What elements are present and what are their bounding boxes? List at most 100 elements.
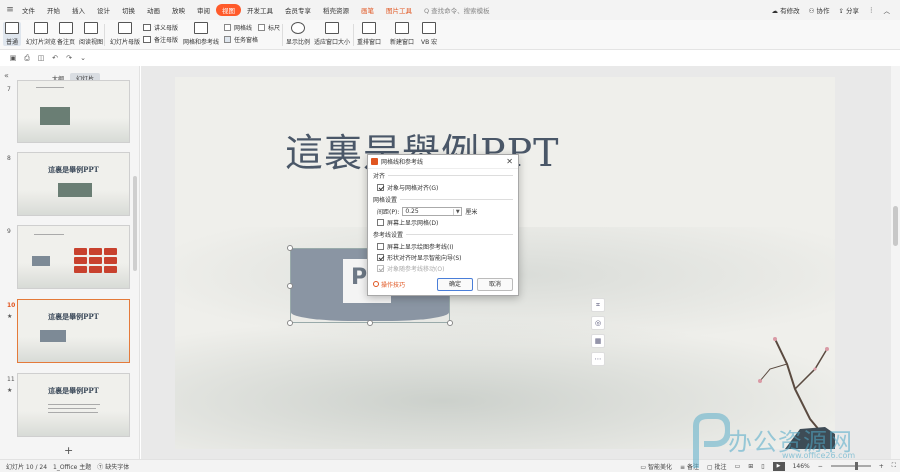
- normal-view-button[interactable]: 普通: [3, 22, 21, 46]
- resize-handle[interactable]: [287, 283, 293, 289]
- smart-guides-checkbox[interactable]: [377, 254, 384, 261]
- drawing-guides-checkbox[interactable]: [377, 243, 384, 250]
- menu-picture-tools[interactable]: 图片工具: [380, 5, 418, 15]
- resize-handle[interactable]: [367, 320, 373, 326]
- share-label: 分享: [846, 7, 859, 15]
- drawing-guides-option[interactable]: 屏幕上显示绘图参考线(I): [373, 241, 513, 252]
- smart-guides-option[interactable]: 形状对齐时显示智能向导(S): [373, 252, 513, 263]
- text-line: [34, 234, 64, 235]
- menu-devtools[interactable]: 开发工具: [241, 5, 279, 15]
- menu-animations[interactable]: 动画: [141, 5, 166, 15]
- image-tools-icon[interactable]: ▦: [591, 334, 605, 348]
- animation-star-icon: ★: [7, 313, 13, 320]
- vb-macro-button[interactable]: VB 宏: [421, 22, 437, 46]
- slide-thumbnail[interactable]: 這裏是舉例PPT: [17, 152, 130, 216]
- pane-scrollbar[interactable]: [133, 176, 137, 271]
- spacing-value: 0.25: [405, 208, 419, 215]
- menu-file[interactable]: 文件: [16, 5, 41, 15]
- arrange-window-button[interactable]: 重排窗口: [357, 22, 381, 46]
- menu-docer[interactable]: 稻壳资源: [317, 5, 355, 15]
- slide-master-button[interactable]: 幻灯片母版: [110, 22, 140, 46]
- handout-master-button[interactable]: 讲义母版: [143, 23, 178, 32]
- align-section: 对齐 对象与网格对齐(G): [368, 169, 518, 193]
- slide-position: 幻灯片 10 / 24: [6, 463, 48, 471]
- menu-view[interactable]: 视图: [216, 4, 241, 16]
- ruler-label: 标尺: [268, 25, 281, 32]
- notes-page-button[interactable]: 备注页: [57, 22, 75, 46]
- menu-transitions[interactable]: 切换: [116, 5, 141, 15]
- slide-thumbnail[interactable]: [17, 225, 130, 289]
- dropdown-arrow-icon[interactable]: ▼: [453, 208, 461, 215]
- menu-design[interactable]: 设计: [91, 5, 116, 15]
- reading-view-icon: [84, 22, 98, 34]
- missing-font-button[interactable]: Ⓣ 缺失字体: [97, 462, 129, 471]
- show-grid-option[interactable]: 屏幕上显示网格(D): [373, 217, 513, 228]
- scroll-thumb[interactable]: [893, 206, 898, 246]
- notes-master-label: 备注母版: [154, 37, 179, 44]
- grid-guides-button[interactable]: 网格和参考线: [183, 22, 219, 46]
- menu-home[interactable]: 开始: [41, 5, 66, 15]
- object-follow-checkbox: [377, 265, 384, 272]
- cloud-status[interactable]: ☁ 有修改: [772, 5, 800, 15]
- new-window-button[interactable]: 新建窗口: [390, 22, 414, 46]
- zoom-ratio-button[interactable]: 显示比例: [286, 22, 310, 46]
- fit-window-button[interactable]: 适应窗口大小: [314, 22, 350, 46]
- menu-slideshow[interactable]: 放映: [166, 5, 191, 15]
- notes-master-button[interactable]: 备注母版: [143, 35, 178, 44]
- new-window-icon: [395, 22, 409, 34]
- more-icon[interactable]: ⋮: [868, 6, 875, 14]
- search-box[interactable]: Q 查找命令、搜索模板: [424, 5, 490, 15]
- snap-grid-checkbox[interactable]: [377, 184, 384, 191]
- red-block: [104, 257, 117, 264]
- object-follow-option: 对象随参考线移动(O): [373, 263, 513, 274]
- cancel-button[interactable]: 取消: [477, 277, 513, 291]
- bulb-icon[interactable]: ◎: [591, 316, 605, 330]
- task-pane-checkbox[interactable]: 任务窗格: [224, 35, 258, 44]
- thumb-image: [40, 107, 70, 125]
- theme-name[interactable]: 1_Office 主题: [53, 462, 91, 471]
- resize-handle[interactable]: [287, 320, 293, 326]
- spacing-input[interactable]: 0.25 ▼: [402, 207, 463, 216]
- more-icon[interactable]: ⌄: [79, 54, 87, 62]
- crop-icon[interactable]: ⌗: [591, 298, 605, 312]
- menu-member[interactable]: 会员专享: [279, 5, 317, 15]
- slide-thumbnail[interactable]: 這裏是舉例PPT: [17, 373, 130, 437]
- undo-icon[interactable]: ↶: [51, 54, 59, 62]
- task-pane-check[interactable]: [224, 36, 231, 43]
- gridlines-checkbox[interactable]: 网格线: [224, 23, 252, 32]
- menu-pen[interactable]: 画笔: [355, 5, 380, 15]
- ok-button[interactable]: 确定: [437, 277, 473, 291]
- resize-handle[interactable]: [287, 245, 293, 251]
- menu-review[interactable]: 审阅: [191, 5, 216, 15]
- resize-handle[interactable]: [447, 320, 453, 326]
- add-slide-button[interactable]: +: [64, 444, 73, 457]
- ruler-checkbox[interactable]: 标尺: [258, 23, 280, 32]
- arrange-window-label: 重排窗口: [357, 39, 382, 46]
- vertical-scrollbar[interactable]: [891, 66, 900, 459]
- menu-insert[interactable]: 插入: [66, 5, 91, 15]
- collab-button[interactable]: ⚇ 协作: [809, 5, 830, 15]
- tips-icon: [373, 281, 379, 287]
- ruler-check[interactable]: [258, 24, 265, 31]
- more-options-icon[interactable]: ⋯: [591, 352, 605, 366]
- slide-thumbnail[interactable]: [17, 80, 130, 143]
- slide-sorter-button[interactable]: 幻灯片浏览: [26, 22, 56, 46]
- save-icon[interactable]: ▣: [9, 54, 17, 62]
- red-block: [104, 266, 117, 273]
- preview-icon[interactable]: ◫: [37, 54, 45, 62]
- print-icon[interactable]: ⎙: [23, 54, 31, 63]
- redo-icon[interactable]: ↷: [65, 54, 73, 62]
- close-icon[interactable]: ✕: [506, 157, 513, 166]
- snap-grid-option[interactable]: 对象与网格对齐(G): [373, 182, 513, 193]
- slide-thumbnail-current[interactable]: 這裏是舉例PPT: [17, 299, 130, 363]
- share-button[interactable]: ⇪ 分享: [838, 5, 859, 15]
- slide-number: 8: [7, 155, 11, 162]
- smart-beautify-button[interactable]: ▭ 智能美化: [640, 462, 672, 471]
- collapse-ribbon-icon[interactable]: ︿: [884, 5, 891, 15]
- show-grid-checkbox[interactable]: [377, 219, 384, 226]
- slide-sorter-label: 幻灯片浏览: [26, 39, 57, 46]
- tips-link[interactable]: 操作技巧: [373, 280, 405, 289]
- hamburger-icon[interactable]: ≡: [4, 5, 16, 15]
- gridlines-check[interactable]: [224, 24, 231, 31]
- reading-view-button[interactable]: 阅读视图: [79, 22, 103, 46]
